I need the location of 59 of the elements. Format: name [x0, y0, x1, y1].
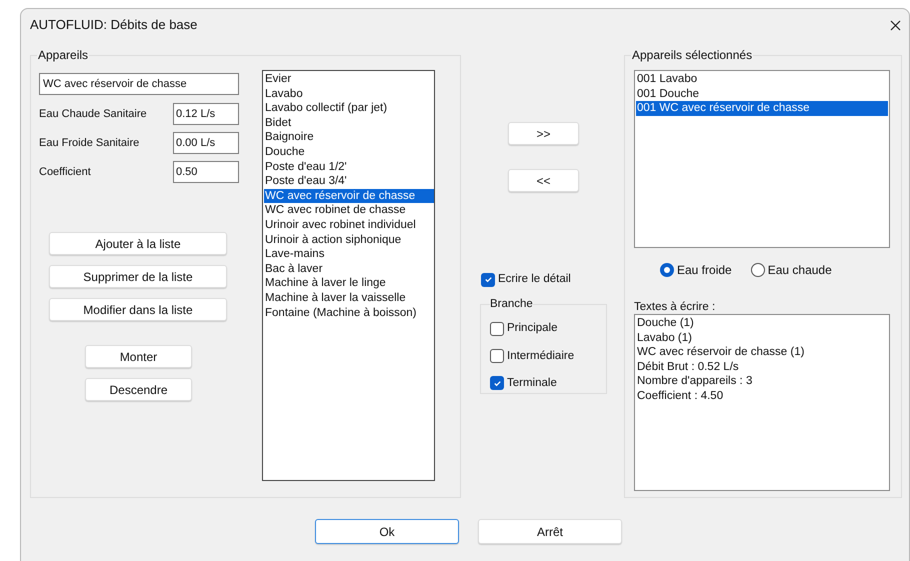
- list-item[interactable]: Lavabo: [264, 86, 434, 102]
- field-label: Eau Froide Sanitaire: [39, 136, 140, 151]
- list-item[interactable]: Poste d'eau 1/2': [264, 160, 434, 174]
- list-item[interactable]: 001 Douche: [636, 86, 888, 102]
- text-line: Débit Brut : 0.52 L/s: [637, 360, 740, 374]
- list-item[interactable]: Lavabo collectif (par jet): [264, 101, 434, 116]
- checkbox[interactable]: [481, 272, 495, 287]
- list-item[interactable]: 001 Lavabo: [636, 72, 888, 87]
- check-icon: [484, 275, 492, 284]
- list-item[interactable]: Machine à laver la vaisselle: [264, 290, 434, 306]
- button[interactable]: Monter: [85, 345, 192, 368]
- list-item[interactable]: Evier: [264, 72, 434, 87]
- checkbox-label: Terminale: [507, 376, 557, 391]
- checkbox-label: Principale: [507, 321, 558, 336]
- checkbox-label: Ecrire le détail: [498, 272, 571, 287]
- close-icon[interactable]: [890, 20, 901, 30]
- button[interactable]: Ajouter à la liste: [49, 232, 227, 255]
- list-item[interactable]: Bac à laver: [264, 262, 434, 276]
- list-item[interactable]: Fontaine (Machine à boisson): [264, 306, 434, 320]
- list-item[interactable]: 001 WC avec réservoir de chasse: [636, 101, 888, 116]
- checkbox[interactable]: [490, 322, 504, 336]
- button[interactable]: <<: [508, 169, 579, 192]
- text-line: Lavabo (1): [637, 330, 693, 346]
- radio-button[interactable]: [750, 263, 765, 277]
- list-item[interactable]: WC avec réservoir de chasse: [264, 188, 434, 204]
- checkbox[interactable]: [490, 349, 504, 364]
- radio-label: Eau chaude: [768, 262, 832, 279]
- checkbox-label: Intermédiaire: [507, 348, 574, 364]
- button[interactable]: Arrêt: [478, 519, 622, 544]
- input-field[interactable]: 0.12 L/s: [173, 103, 239, 125]
- button[interactable]: Supprimer de la liste: [49, 265, 227, 288]
- text-line: Coefficient : 4.50: [637, 388, 724, 404]
- list-item[interactable]: Baignoire: [264, 130, 434, 145]
- button[interactable]: Ok: [315, 519, 459, 544]
- list-item[interactable]: Urinoir à action siphonique: [264, 232, 434, 248]
- input-field[interactable]: 0.50: [173, 161, 239, 183]
- input-field[interactable]: WC avec réservoir de chasse: [39, 73, 239, 95]
- window-title: AUTOFLUID: Débits de base: [30, 16, 198, 34]
- list-item[interactable]: Lave-mains: [264, 247, 434, 262]
- list-item[interactable]: Urinoir avec robinet individuel: [264, 218, 434, 233]
- button[interactable]: Modifier dans la liste: [49, 298, 227, 321]
- list-item[interactable]: Poste d'eau 3/4': [264, 174, 434, 189]
- list-item[interactable]: Machine à laver le linge: [264, 276, 434, 291]
- text-line: Douche (1): [637, 316, 695, 331]
- text-line: WC avec réservoir de chasse (1): [637, 345, 806, 360]
- button[interactable]: >>: [508, 122, 579, 145]
- text-line: Nombre d'appareils : 3: [637, 374, 754, 389]
- checkbox[interactable]: [490, 376, 504, 390]
- radio-label: Eau froide: [677, 262, 732, 279]
- input-field[interactable]: 0.00 L/s: [173, 132, 239, 154]
- radio-button[interactable]: [660, 263, 674, 277]
- list-item[interactable]: WC avec robinet de chasse: [264, 203, 434, 218]
- field-label: Eau Chaude Sanitaire: [39, 106, 147, 122]
- check-icon: [492, 378, 502, 388]
- texts-label: Textes à écrire :: [634, 301, 716, 314]
- field-label: Coefficient: [39, 164, 91, 180]
- list-item[interactable]: Douche: [264, 144, 434, 160]
- button[interactable]: Descendre: [85, 378, 192, 401]
- list-item[interactable]: Bidet: [264, 116, 434, 130]
